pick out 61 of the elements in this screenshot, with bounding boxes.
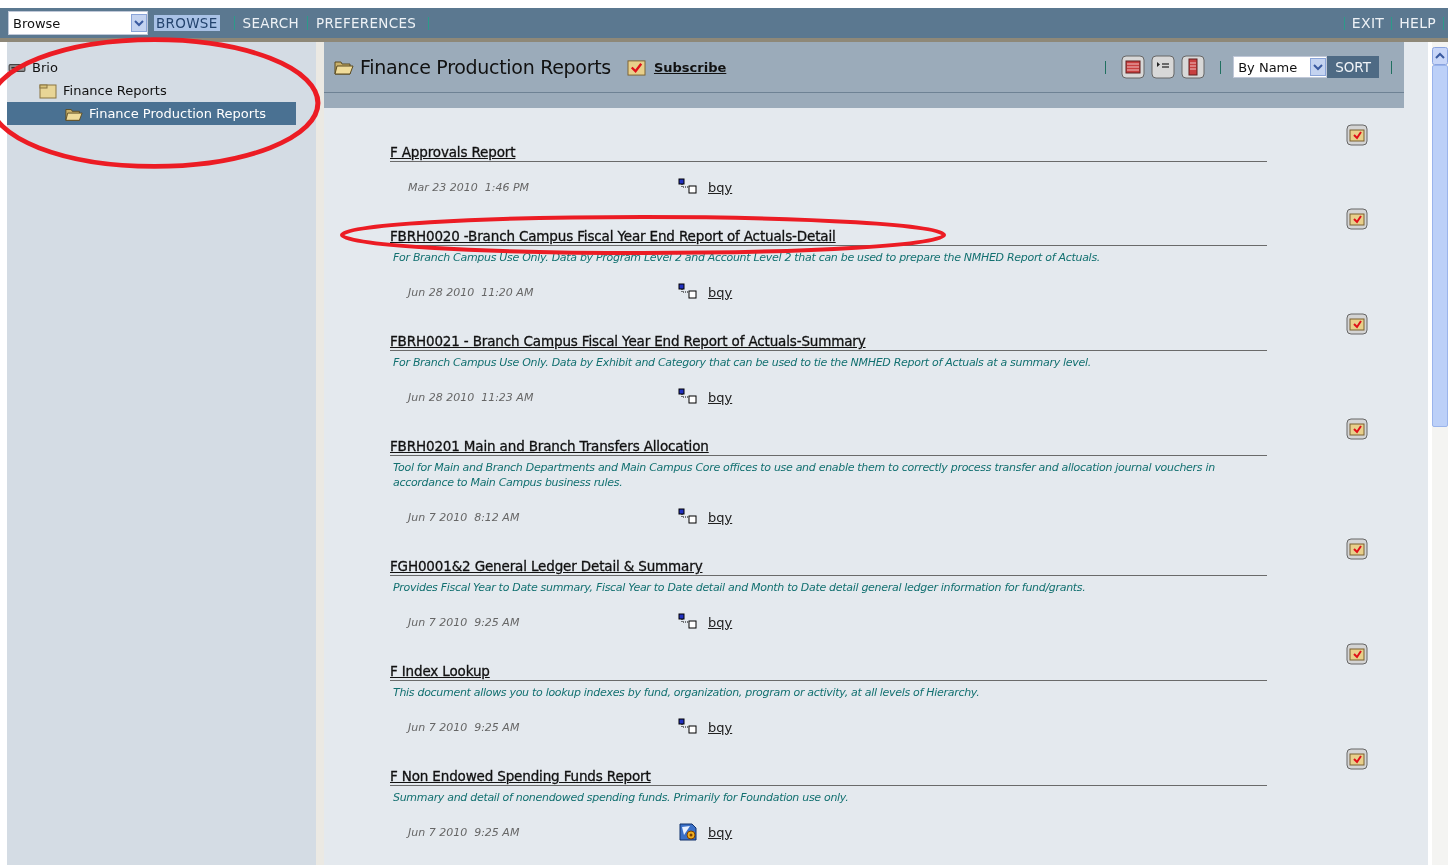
- report-description: This document allows you to lookup indexes by fund, organization, program or activity, at all levels of Hierarchy.: [392, 685, 981, 700]
- hierarchy-icon: [678, 508, 698, 526]
- hierarchy-icon: [678, 388, 698, 406]
- owner-link[interactable]: bqy: [708, 719, 733, 735]
- report-title-link[interactable]: F Approvals Report: [390, 144, 516, 160]
- document-gear-icon: [678, 823, 698, 841]
- tree-item[interactable]: Finance Production Reports: [7, 102, 297, 125]
- report-title-link[interactable]: F Index Lookup: [390, 663, 490, 679]
- detail-view-icon[interactable]: [1151, 55, 1176, 79]
- report-description: Summary and detail of nonendowed spending funds. Primarily for Foundation use only.: [392, 790, 850, 805]
- owner-link[interactable]: bqy: [708, 509, 733, 525]
- hierarchy-icon: [678, 613, 698, 631]
- nav-link[interactable]: HELP: [1396, 16, 1439, 30]
- nav-link[interactable]: SEARCH: [233, 16, 307, 30]
- subscribe-link[interactable]: Subscribe: [653, 59, 727, 75]
- hierarchy-icon: [678, 718, 698, 736]
- report-date: Jun 7 2010 9:25 AM: [408, 825, 521, 839]
- list-view-icon[interactable]: [1121, 55, 1146, 79]
- tree-item[interactable]: Brio: [7, 56, 297, 79]
- hierarchy-icon: [678, 178, 698, 196]
- report-title-link[interactable]: FBRH0021 - Branch Campus Fiscal Year End Report of Actuals-Summary: [390, 333, 866, 349]
- checkbox-icon[interactable]: [1346, 418, 1368, 440]
- owner-link[interactable]: bqy: [708, 389, 733, 405]
- sort-button[interactable]: SORT: [1327, 56, 1379, 78]
- report-title-link[interactable]: F Non Endowed Spending Funds Report: [390, 768, 651, 784]
- report-date: Jun 28 2010 11:23 AM: [408, 390, 535, 404]
- checkbox-icon[interactable]: [1346, 748, 1368, 770]
- report-title-link[interactable]: FGH0001&2 General Ledger Detail & Summary: [390, 558, 703, 574]
- document-view-icon[interactable]: [1181, 55, 1206, 79]
- nav-link[interactable]: BROWSE: [154, 15, 220, 31]
- checkbox-icon[interactable]: [1346, 538, 1368, 560]
- owner-link[interactable]: bqy: [708, 179, 733, 195]
- owner-link[interactable]: bqy: [708, 614, 733, 630]
- checkbox-icon[interactable]: [1346, 643, 1368, 665]
- scroll-thumb[interactable]: [1432, 65, 1448, 427]
- report-description: Provides Fiscal Year to Date summary, Fiscal Year to Date detail and Month to Date detail general ledger information for fund/grants.: [392, 580, 1087, 595]
- scrollbar[interactable]: [1432, 42, 1448, 865]
- report-title-link[interactable]: FBRH0201 Main and Branch Transfers Allocation: [390, 438, 709, 454]
- report-date: Jun 7 2010 8:12 AM: [408, 510, 521, 524]
- report-date: Mar 23 2010 1:46 PM: [408, 180, 531, 194]
- owner-link[interactable]: bqy: [708, 824, 733, 840]
- report-description: Tool for Main and Branch Departments and Main Campus Core offices to use and enable them to correctly process transfer and allocation journal vouchers in accordance to Main Campus business rules.: [392, 460, 1216, 490]
- report-date: Jun 28 2010 11:20 AM: [408, 285, 535, 299]
- checkbox-icon[interactable]: [1346, 124, 1368, 146]
- sort-select[interactable]: By Name: [1233, 56, 1328, 78]
- open-folder-icon: [334, 59, 354, 75]
- checkbox-icon[interactable]: [1346, 208, 1368, 230]
- report-date: Jun 7 2010 9:25 AM: [408, 720, 521, 734]
- view-select[interactable]: Browse: [8, 11, 148, 35]
- nav-link[interactable]: EXIT: [1348, 16, 1388, 30]
- checkbox-icon[interactable]: [1346, 313, 1368, 335]
- hierarchy-icon: [678, 283, 698, 301]
- scroll-up-icon[interactable]: [1432, 47, 1448, 65]
- page-title: Finance Production Reports: [360, 56, 611, 78]
- folder-icon: [39, 82, 57, 99]
- checkbox-icon: [626, 58, 646, 76]
- tree-item[interactable]: Finance Reports: [7, 79, 297, 102]
- report-date: Jun 7 2010 9:25 AM: [408, 615, 521, 629]
- report-description: For Branch Campus Use Only. Data by Exhibit and Category that can be used to tie the NMHED Report of Actuals at a summary level.: [392, 355, 1092, 370]
- owner-link[interactable]: bqy: [708, 284, 733, 300]
- nav-link[interactable]: PREFERENCES: [306, 16, 425, 30]
